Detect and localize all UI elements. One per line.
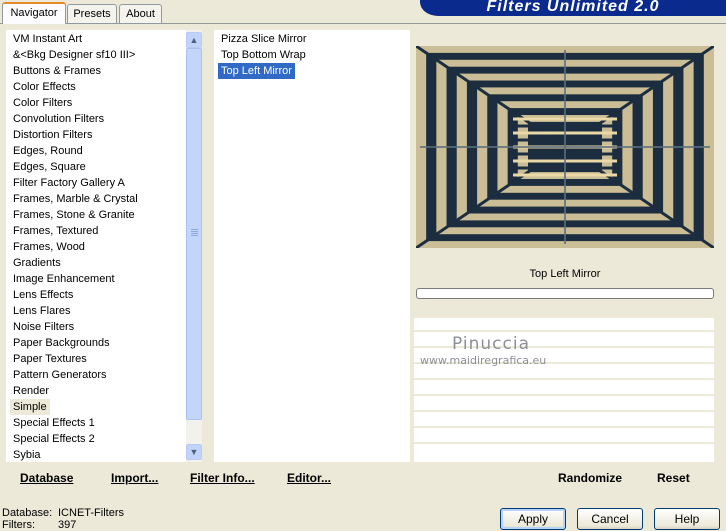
filter-item[interactable]: Top Left Mirror <box>218 63 295 79</box>
import-button[interactable]: Import... <box>111 470 158 486</box>
database-label: Database <box>20 471 74 485</box>
setting-row <box>414 430 714 444</box>
scroll-up-button[interactable]: ▲ <box>186 32 202 48</box>
category-item[interactable]: Distortion Filters <box>10 127 95 143</box>
category-item[interactable]: Color Filters <box>10 95 75 111</box>
editor-label: Editor... <box>287 471 332 485</box>
reset-button[interactable]: Reset <box>657 470 690 486</box>
app-banner: Filters Unlimited 2.0 <box>420 0 726 16</box>
category-item[interactable]: Pattern Generators <box>10 367 110 383</box>
filter-list[interactable]: Pizza Slice Mirror Top Bottom Wrap Top Lef… <box>214 30 410 462</box>
category-item[interactable]: Paper Textures <box>10 351 90 367</box>
category-item[interactable]: Lens Effects <box>10 287 76 303</box>
watermark-name: Pinuccia <box>452 334 530 354</box>
filter-info-label: Filter Info... <box>190 471 255 485</box>
setting-row <box>414 414 714 428</box>
category-scrollbar[interactable]: ▲ ▼ <box>186 30 202 462</box>
status-filters-value: 397 <box>58 519 77 531</box>
grip-icon <box>191 229 198 237</box>
category-list[interactable]: VM Instant Art &<Bkg Designer sf10 III> Bu… <box>6 30 202 462</box>
status-database: Database: ICNET-Filters <box>2 507 124 519</box>
status-database-label: Database: <box>2 507 53 519</box>
setting-row <box>414 382 714 396</box>
category-item[interactable]: Paper Backgrounds <box>10 335 113 351</box>
scroll-down-button[interactable]: ▼ <box>186 444 202 460</box>
category-item[interactable]: Render <box>10 383 52 399</box>
category-item[interactable]: Gradients <box>10 255 64 271</box>
category-item[interactable]: VM Instant Art <box>10 31 85 47</box>
category-item[interactable]: Simple <box>10 399 50 415</box>
progress-bar <box>416 288 714 299</box>
status-filters: Filters: 397 <box>2 519 76 531</box>
category-item[interactable]: Sybia <box>10 447 44 462</box>
preview-pattern <box>416 46 714 248</box>
category-item[interactable]: Frames, Stone & Granite <box>10 207 138 223</box>
tab-about[interactable]: About <box>119 4 162 23</box>
preview-image <box>416 46 714 248</box>
tab-presets[interactable]: Presets <box>67 4 117 23</box>
setting-row <box>414 318 714 332</box>
category-item[interactable]: Frames, Wood <box>10 239 88 255</box>
help-button[interactable]: Help <box>654 508 720 530</box>
category-item[interactable]: Lens Flares <box>10 303 73 319</box>
status-filters-label: Filters: <box>2 519 35 531</box>
filter-item[interactable]: Top Bottom Wrap <box>218 47 309 63</box>
category-item[interactable]: Special Effects 2 <box>10 431 98 447</box>
category-item[interactable]: Frames, Marble & Crystal <box>10 191 141 207</box>
filter-item[interactable]: Pizza Slice Mirror <box>218 31 310 47</box>
category-item[interactable]: Edges, Round <box>10 143 86 159</box>
chevron-up-icon: ▲ <box>189 35 199 45</box>
setting-row <box>414 366 714 380</box>
apply-button[interactable]: Apply <box>500 508 566 530</box>
category-item[interactable]: Buttons & Frames <box>10 63 104 79</box>
preview-title: Top Left Mirror <box>416 264 714 284</box>
category-item[interactable]: Frames, Textured <box>10 223 101 239</box>
category-item[interactable]: Noise Filters <box>10 319 77 335</box>
category-item[interactable]: Image Enhancement <box>10 271 118 287</box>
status-database-value: ICNET-Filters <box>58 507 124 519</box>
category-item[interactable]: Special Effects 1 <box>10 415 98 431</box>
setting-row <box>414 398 714 412</box>
category-item[interactable]: Edges, Square <box>10 159 89 175</box>
cancel-button[interactable]: Cancel <box>577 508 643 530</box>
category-item[interactable]: Filter Factory Gallery A <box>10 175 128 191</box>
randomize-button[interactable]: Randomize <box>558 470 622 486</box>
category-item[interactable]: &<Bkg Designer sf10 III> <box>10 47 138 63</box>
database-button[interactable]: Database <box>20 470 73 486</box>
tab-navigator[interactable]: Navigator <box>2 2 66 24</box>
editor-button[interactable]: Editor... <box>287 470 331 486</box>
app-title: Filters Unlimited 2.0 <box>486 0 660 15</box>
tab-strip-line <box>0 23 726 24</box>
category-item[interactable]: Color Effects <box>10 79 79 95</box>
watermark-url: www.maidiregrafica.eu <box>420 354 547 367</box>
scroll-thumb[interactable] <box>186 48 202 420</box>
import-label: Import... <box>111 471 159 485</box>
category-item[interactable]: Convolution Filters <box>10 111 107 127</box>
chevron-down-icon: ▼ <box>189 447 199 457</box>
filter-info-button[interactable]: Filter Info... <box>190 470 255 486</box>
